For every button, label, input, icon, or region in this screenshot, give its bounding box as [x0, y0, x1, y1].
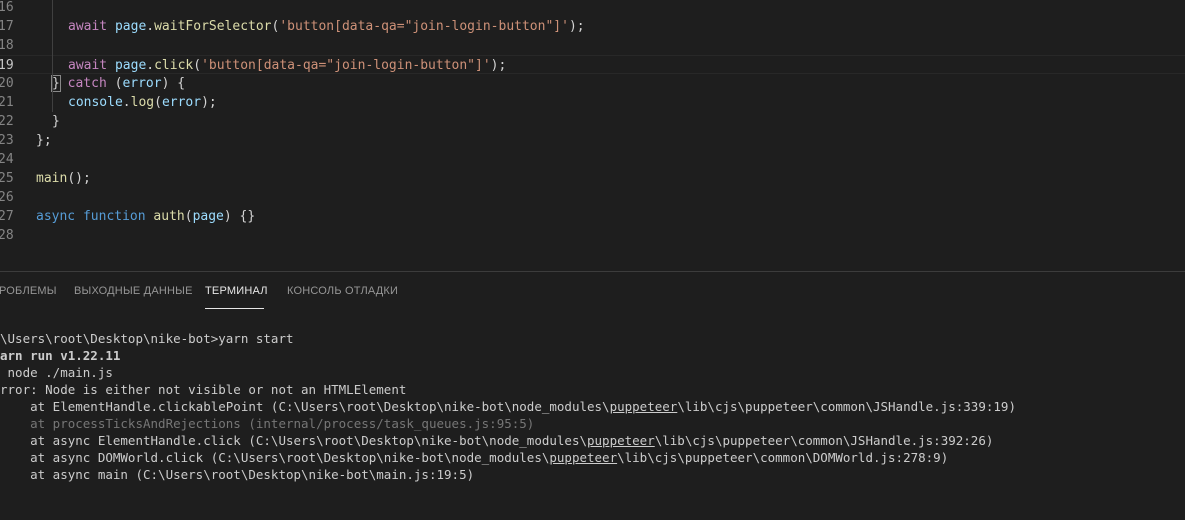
line-number: 23 [0, 133, 14, 148]
code-token: page [192, 209, 224, 224]
terminal-line: at async ElementHandle.click (C:\Users\r… [0, 433, 994, 448]
code-token: }; [36, 133, 52, 148]
code-token: ( [193, 58, 202, 73]
code-editor[interactable]: 16 17 await page.waitForSelector('button[d… [0, 0, 1185, 271]
code-token: ( [184, 209, 193, 224]
code-text: async function auth(page) {} [36, 207, 255, 226]
bottom-panel: РОБЛЕМЫ ВЫХОДНЫЕ ДАННЫЕ ТЕРМИНАЛ КОНСОЛЬ ОТ… [0, 271, 1185, 520]
code-token: page [114, 19, 147, 34]
terminal-link[interactable]: puppeteer [549, 450, 617, 465]
tab-output[interactable]: ВЫХОДНЫЕ ДАННЫЕ [74, 285, 193, 297]
code-line[interactable]: 20} catch (error) { [0, 74, 1185, 93]
code-token: log [130, 95, 155, 110]
line-number: 16 [0, 0, 14, 15]
code-line[interactable]: 22} [0, 112, 1185, 131]
line-number: 27 [0, 209, 14, 224]
code-text: } catch (error) { [51, 74, 186, 93]
code-line[interactable]: 16 [0, 0, 1185, 17]
code-token: ); [201, 95, 217, 110]
code-token: 'button[data-qa="join-login-button"]' [279, 19, 569, 34]
code-token: . [122, 95, 131, 110]
code-line[interactable]: 21 console.log(error); [0, 93, 1185, 112]
code-line[interactable]: 28 [0, 226, 1185, 245]
terminal-line: \Users\root\Desktop\nike-bot>yarn start [0, 331, 294, 346]
code-token: . [146, 19, 155, 34]
code-line[interactable]: 24 [0, 150, 1185, 169]
terminal-line: arn run v1.22.11 [0, 348, 121, 363]
tab-problems[interactable]: РОБЛЕМЫ [0, 285, 57, 297]
line-number: 26 [0, 190, 14, 205]
tab-terminal[interactable]: ТЕРМИНАЛ [205, 285, 268, 297]
code-token: auth [153, 209, 185, 224]
code-line[interactable]: 17 await page.waitForSelector('button[dat… [0, 17, 1185, 36]
code-token: waitForSelector [154, 19, 272, 34]
line-number: 22 [0, 114, 14, 129]
terminal-line: at async DOMWorld.click (C:\Users\root\D… [0, 450, 949, 465]
code-text: console.log(error); [68, 93, 217, 112]
code-token: error [122, 76, 162, 91]
active-tab-indicator [205, 308, 264, 309]
code-line[interactable]: 23}; [0, 131, 1185, 150]
code-token: await [68, 58, 108, 73]
code-token: console [68, 95, 123, 110]
code-token: ); [490, 58, 507, 73]
code-line[interactable]: 26 [0, 188, 1185, 207]
code-line[interactable]: 25 main(); [0, 169, 1185, 188]
code-token: async [36, 209, 76, 224]
code-token: function [82, 209, 146, 224]
code-text: main(); [36, 169, 91, 188]
code-token: catch [67, 76, 107, 91]
code-token: . [146, 58, 155, 73]
code-line[interactable]: 19 await page.click('button[data-qa="join… [0, 55, 1185, 74]
code-token: ( [154, 95, 162, 110]
line-number: 24 [0, 152, 14, 167]
line-number: 19 [0, 58, 14, 73]
code-token: } [51, 75, 61, 92]
terminal-link[interactable]: puppeteer [610, 399, 678, 414]
code-text: await page.waitForSelector('button[data-… [68, 17, 585, 36]
terminal-line: at processTicksAndRejections (internal/p… [0, 416, 535, 431]
code-token: ) {} [223, 209, 256, 224]
code-token: (); [67, 171, 91, 186]
code-token: ) { [161, 76, 186, 91]
code-token: await [68, 19, 108, 34]
line-number: 25 [0, 171, 14, 186]
code-token: ( [106, 76, 123, 91]
code-text: }; [36, 131, 52, 150]
line-number: 18 [0, 38, 14, 53]
code-token: page [114, 58, 147, 73]
terminal-line: at ElementHandle.clickablePoint (C:\User… [0, 399, 1016, 414]
code-text: } [52, 112, 60, 131]
terminal-line: node ./main.js [0, 365, 113, 380]
line-number: 17 [0, 19, 14, 34]
code-token: click [154, 58, 194, 73]
panel-tabs: РОБЛЕМЫ ВЫХОДНЫЕ ДАННЫЕ ТЕРМИНАЛ КОНСОЛЬ ОТ… [0, 272, 1185, 312]
line-number: 21 [0, 95, 14, 110]
code-line[interactable]: 27 async function auth(page) {} [0, 207, 1185, 226]
code-line[interactable]: 18 [0, 36, 1185, 55]
indent-guide [52, 0, 53, 112]
code-token: } [52, 114, 60, 129]
terminal-line: at async main (C:\Users\root\Desktop\nik… [0, 467, 475, 482]
code-token: 'button[data-qa="join-login-button"]' [201, 58, 491, 73]
line-number: 20 [0, 76, 14, 91]
tab-debug-console[interactable]: КОНСОЛЬ ОТЛАДКИ [287, 285, 398, 297]
terminal-link[interactable]: puppeteer [587, 433, 655, 448]
code-token: ); [568, 19, 585, 34]
code-text: await page.click('button[data-qa="join-l… [68, 56, 506, 75]
line-number: 28 [0, 228, 14, 243]
code-token: main [36, 171, 68, 186]
terminal-line: rror: Node is either not visible or not … [0, 382, 407, 397]
code-token: error [161, 95, 202, 110]
